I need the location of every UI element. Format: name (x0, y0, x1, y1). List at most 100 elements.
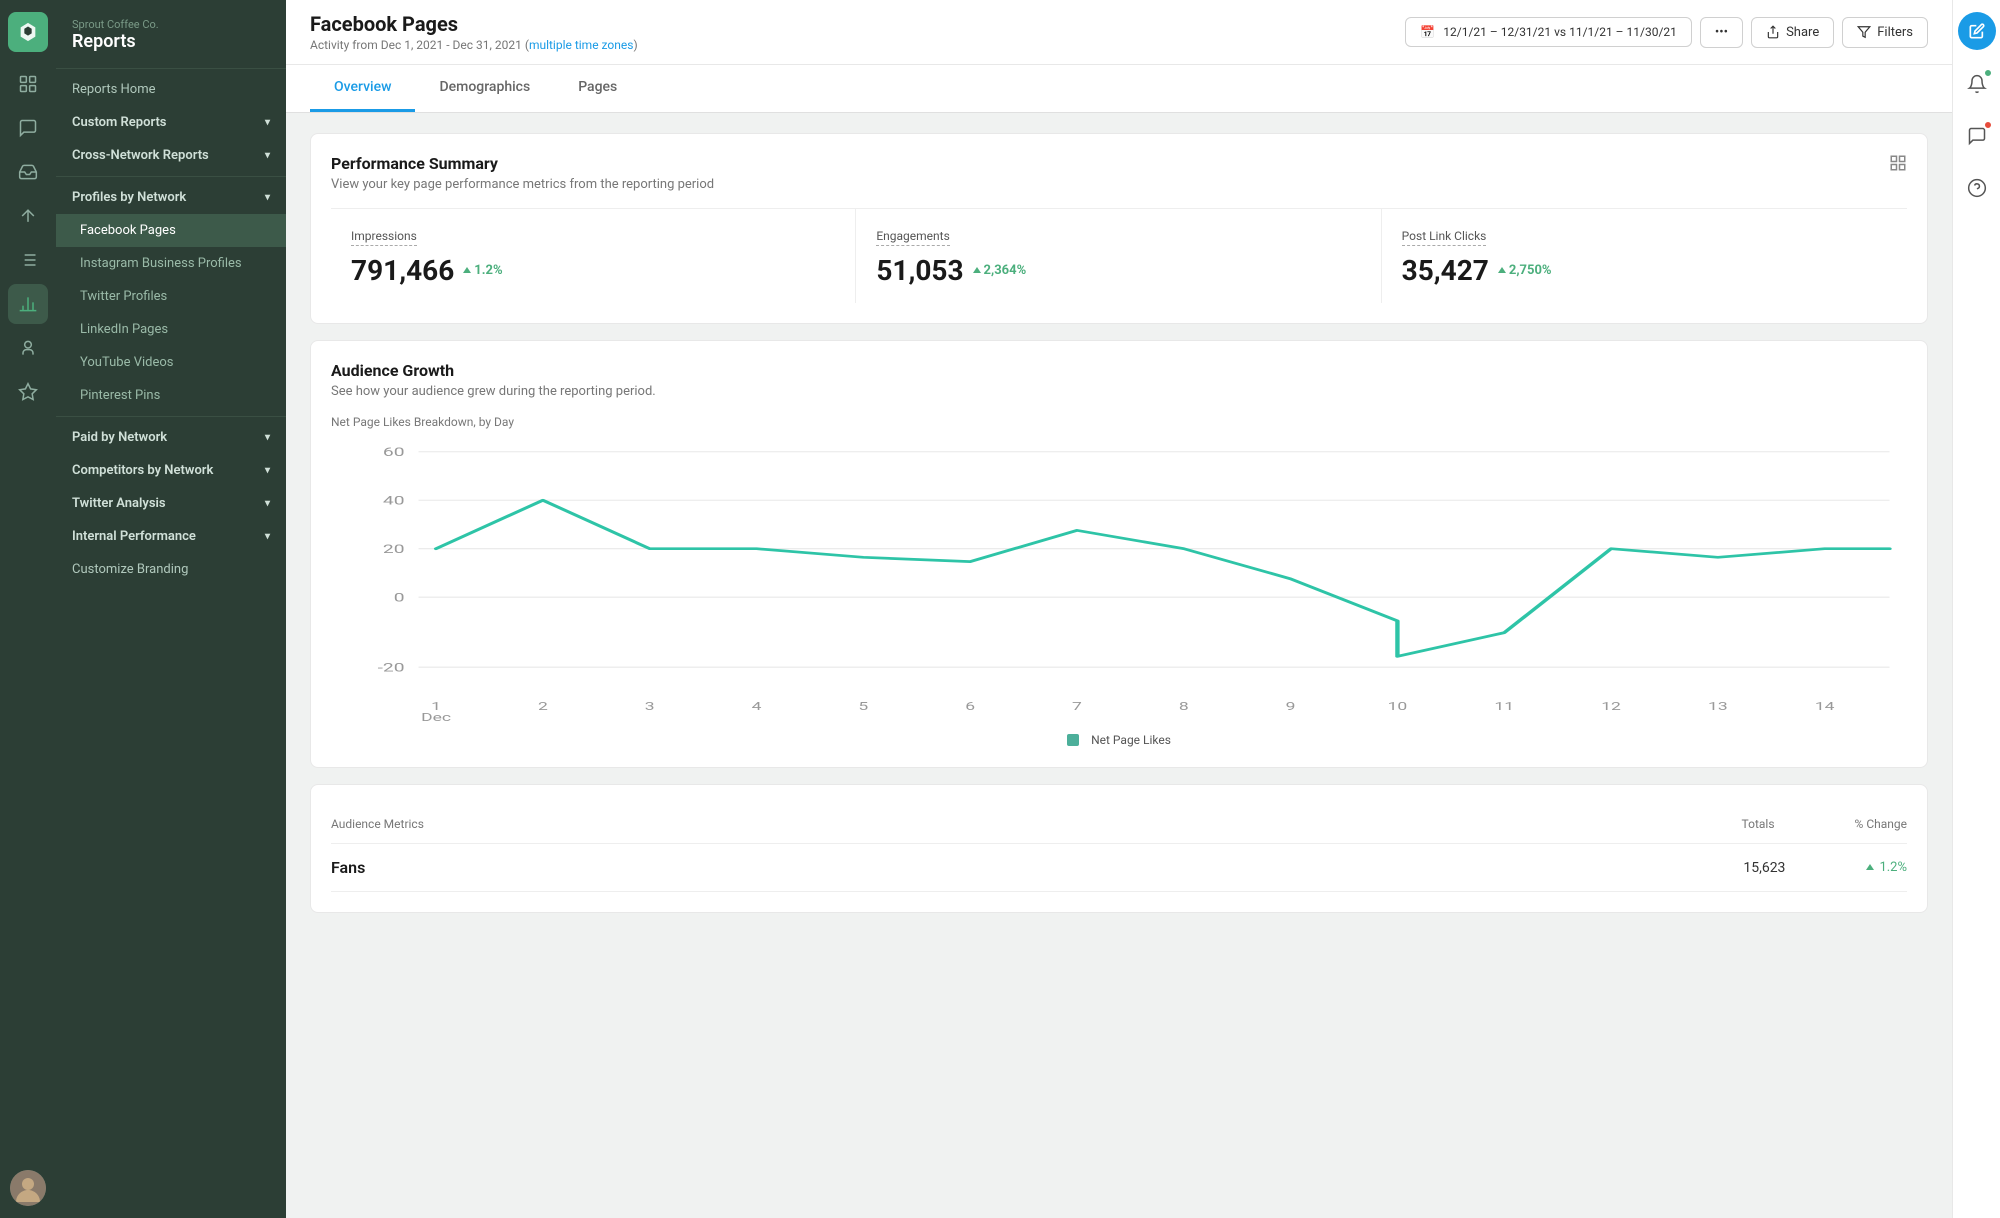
audience-growth-header: Audience Growth See how your audience gr… (331, 361, 1907, 399)
main-scrollable-content: Performance Summary View your key page p… (286, 113, 1952, 1218)
audience-growth-chart: 60 40 20 0 -20 1 Dec 2 3 4 5 6 7 8 (331, 441, 1907, 721)
legend-color-net-page-likes (1067, 734, 1079, 746)
nav-icon-messages[interactable] (8, 108, 48, 148)
up-arrow-icon (1865, 863, 1875, 873)
table-row-fans: Fans 15,623 1.2% (331, 844, 1907, 892)
date-range-button[interactable]: 📅 12/1/21 – 12/31/21 vs 11/1/21 – 11/30/… (1405, 17, 1692, 47)
sidebar-item-cross-network-reports[interactable]: Cross-Network Reports ▾ (56, 139, 286, 172)
bell-icon (1967, 74, 1987, 94)
table-col-change: % Change (1855, 817, 1907, 831)
audience-growth-title: Audience Growth (331, 361, 656, 380)
table-col-metric: Audience Metrics (331, 817, 424, 831)
svg-text:0: 0 (394, 590, 405, 604)
compose-button[interactable] (1958, 12, 1996, 50)
share-button[interactable]: Share (1751, 17, 1834, 48)
metric-change-impressions: 1.2% (462, 263, 502, 278)
metrics-grid: Impressions 791,466 1.2% Engagements 51,… (331, 208, 1907, 303)
tab-bar: Overview Demographics Pages (286, 65, 1952, 113)
page-title: Facebook Pages (310, 12, 638, 36)
sidebar-nav: Reports Home Custom Reports ▾ Cross-Netw… (56, 69, 286, 590)
metric-value-post-link-clicks: 35,427 2,750% (1402, 254, 1887, 287)
metric-post-link-clicks: Post Link Clicks 35,427 2,750% (1382, 209, 1907, 303)
nav-icon-tasks[interactable] (8, 240, 48, 280)
nav-icon-publish[interactable] (8, 196, 48, 236)
card-header: Performance Summary View your key page p… (331, 154, 1907, 192)
svg-text:-20: -20 (378, 660, 405, 674)
help-icon (1967, 178, 1987, 198)
table-col-totals: Totals (1742, 817, 1775, 831)
sidebar-item-customize-branding[interactable]: Customize Branding (56, 553, 286, 586)
page-subtitle: Activity from Dec 1, 2021 - Dec 31, 2021… (310, 38, 638, 52)
nav-icon-reviews[interactable] (8, 372, 48, 412)
sidebar-item-internal-performance[interactable]: Internal Performance ▾ (56, 520, 286, 553)
sidebar-item-linkedin-pages[interactable]: LinkedIn Pages (56, 313, 286, 346)
timezone-link[interactable]: multiple time zones (529, 38, 634, 52)
svg-text:6: 6 (965, 701, 975, 714)
more-options-button[interactable]: ••• (1700, 17, 1743, 48)
right-rail (1952, 0, 2000, 1218)
up-arrow-icon (1497, 266, 1507, 276)
icon-rail (0, 0, 56, 1218)
metric-label-impressions[interactable]: Impressions (351, 229, 417, 246)
up-arrow-icon (972, 266, 982, 276)
share-icon (1766, 25, 1780, 39)
nav-icon-analytics[interactable] (8, 284, 48, 324)
row-right: 15,623 1.2% (1743, 860, 1907, 876)
main-content: Facebook Pages Activity from Dec 1, 2021… (286, 0, 1952, 1218)
performance-summary-card: Performance Summary View your key page p… (310, 133, 1928, 324)
sidebar-item-pinterest-pins[interactable]: Pinterest Pins (56, 379, 286, 412)
brand-icon[interactable] (8, 12, 48, 52)
svg-text:13: 13 (1708, 701, 1728, 714)
metric-label-engagements[interactable]: Engagements (876, 229, 949, 246)
feedback-badge (1983, 120, 1993, 130)
company-name: Sprout Coffee Co. (72, 18, 270, 31)
table-col-right: Totals % Change (1742, 817, 1907, 831)
feedback-button[interactable] (1959, 118, 1995, 154)
chevron-down-icon: ▾ (265, 192, 270, 203)
svg-text:11: 11 (1494, 701, 1514, 714)
metric-label-post-link-clicks[interactable]: Post Link Clicks (1402, 229, 1487, 246)
nav-icon-inbox[interactable] (8, 152, 48, 192)
grid-view-icon[interactable] (1889, 154, 1907, 176)
sidebar-item-instagram-business-profiles[interactable]: Instagram Business Profiles (56, 247, 286, 280)
sidebar-item-youtube-videos[interactable]: YouTube Videos (56, 346, 286, 379)
row-label-fans: Fans (331, 858, 365, 877)
svg-text:2: 2 (538, 701, 548, 714)
nav-icon-compose[interactable] (8, 64, 48, 104)
svg-text:60: 60 (383, 445, 405, 459)
tab-demographics[interactable]: Demographics (415, 65, 554, 112)
sidebar-item-twitter-profiles[interactable]: Twitter Profiles (56, 280, 286, 313)
chart-svg: 60 40 20 0 -20 1 Dec 2 3 4 5 6 7 8 (331, 441, 1907, 721)
tab-overview[interactable]: Overview (310, 65, 415, 112)
audience-growth-title-block: Audience Growth See how your audience gr… (331, 361, 656, 399)
svg-text:40: 40 (383, 493, 405, 507)
notifications-button[interactable] (1959, 66, 1995, 102)
date-range-text: 12/1/21 – 12/31/21 vs 11/1/21 – 11/30/21 (1443, 25, 1677, 39)
header-left: Facebook Pages Activity from Dec 1, 2021… (310, 12, 638, 52)
tab-pages[interactable]: Pages (554, 65, 641, 112)
chart-legend: Net Page Likes (331, 733, 1907, 747)
sidebar-item-twitter-analysis[interactable]: Twitter Analysis ▾ (56, 487, 286, 520)
nav-icon-automation[interactable] (8, 328, 48, 368)
sidebar-item-competitors-by-network[interactable]: Competitors by Network ▾ (56, 454, 286, 487)
sidebar-item-custom-reports[interactable]: Custom Reports ▾ (56, 106, 286, 139)
svg-text:7: 7 (1072, 701, 1082, 714)
svg-text:14: 14 (1815, 701, 1835, 714)
svg-text:Dec: Dec (421, 711, 451, 721)
metric-change-engagements: 2,364% (972, 263, 1027, 278)
edit-icon (1969, 23, 1985, 39)
card-subtitle: View your key page performance metrics f… (331, 177, 714, 192)
filters-button[interactable]: Filters (1842, 17, 1928, 48)
sidebar-item-reports-home[interactable]: Reports Home (56, 73, 286, 106)
sidebar-item-profiles-by-network[interactable]: Profiles by Network ▾ (56, 181, 286, 214)
legend-label-net-page-likes: Net Page Likes (1091, 733, 1171, 747)
metric-value-engagements: 51,053 2,364% (876, 254, 1360, 287)
svg-text:5: 5 (858, 701, 868, 714)
sidebar-item-paid-by-network[interactable]: Paid by Network ▾ (56, 421, 286, 454)
help-button[interactable] (1959, 170, 1995, 206)
sidebar-header: Sprout Coffee Co. Reports (56, 0, 286, 69)
row-value-fans: 15,623 (1743, 860, 1785, 876)
user-avatar[interactable] (10, 1170, 46, 1206)
sidebar-item-facebook-pages[interactable]: Facebook Pages (56, 214, 286, 247)
chart-label: Net Page Likes Breakdown, by Day (331, 415, 1907, 429)
